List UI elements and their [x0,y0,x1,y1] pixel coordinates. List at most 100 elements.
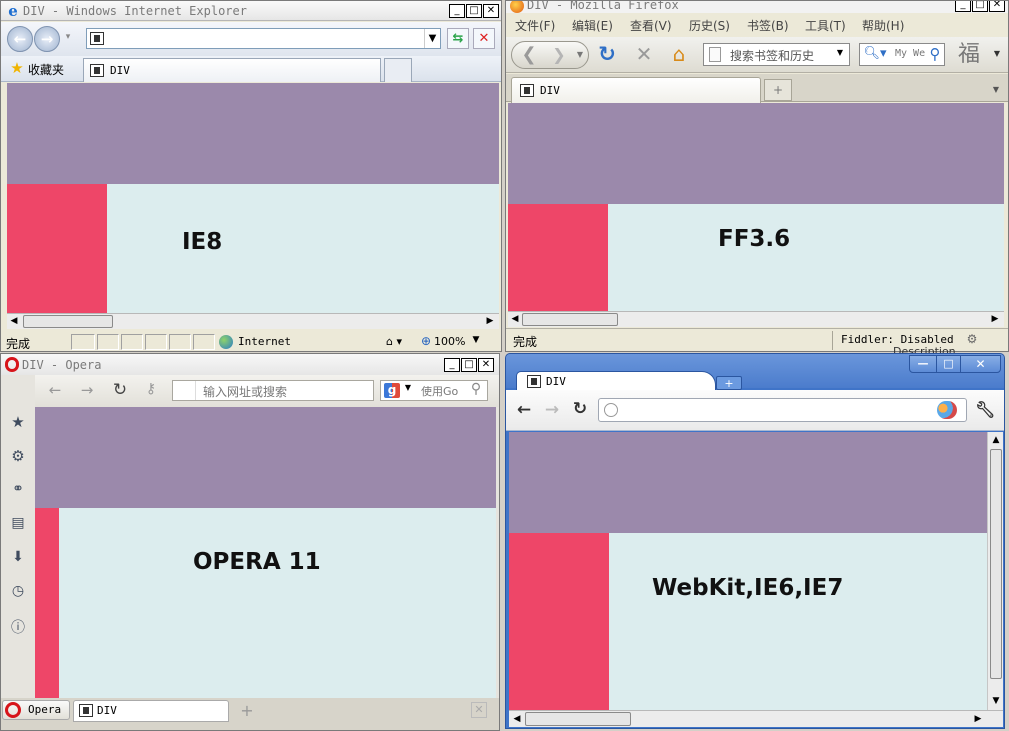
reload-icon[interactable]: ↻ [595,42,619,66]
search-engine-icon[interactable]: 🔍︎▾ [862,46,888,61]
search-icon[interactable]: ⚲ [467,381,485,397]
favorites-label[interactable]: 收藏夹 [28,61,64,78]
settings-panel-icon[interactable]: ⚙ [9,447,27,465]
minimize-button[interactable]: _ [449,4,465,18]
opera-title-bar[interactable]: DIV - Opera _ □ ✕ [1,354,499,375]
stop-icon[interactable]: ✕ [473,28,495,49]
ie8-zoom-label[interactable]: 100% [434,335,465,348]
minimize-button[interactable]: — [910,356,936,372]
scrollbar-thumb[interactable] [23,315,113,328]
reload-icon[interactable]: ↻ [570,400,590,418]
back-button[interactable]: ❮ [516,43,542,67]
maximize-button[interactable]: □ [466,4,482,18]
firefox-menu-bar: 文件(F) 编辑(E) 查看(V) 历史(S) 书签(B) 工具(T) 帮助(H… [506,13,1008,37]
menu-tools[interactable]: 工具(T) [805,17,846,34]
history-dropdown-icon[interactable]: ▼ [574,43,586,67]
menu-history[interactable]: 历史(S) [689,17,730,34]
search-engine-dropdown-icon[interactable]: ▼ [403,383,413,392]
opera-address-field[interactable]: 输入网址或搜索 [172,380,374,401]
google-icon[interactable]: g [384,383,400,398]
new-tab-button[interactable]: + [716,376,742,390]
notes-panel-icon[interactable]: ▤ [9,515,27,531]
toolbar-overflow-icon[interactable]: ▼ [992,49,1002,58]
scroll-right-arrow-icon[interactable]: ▶ [971,712,985,726]
downloads-panel-icon[interactable]: ⬇ [9,549,27,565]
close-button[interactable]: ✕ [483,4,499,18]
history-panel-icon[interactable]: ◷ [9,583,27,599]
new-tab-button[interactable] [384,58,412,82]
forward-button[interactable]: ❯ [548,43,570,67]
addon-status-icon[interactable]: ⚙ [961,332,983,346]
firefox-horizontal-scrollbar[interactable]: ◀ ▶ [508,311,1004,327]
trash-icon[interactable]: ✕ [471,702,487,718]
firefox-location-bar[interactable]: 搜索书签和历史 ▼ [703,43,850,66]
back-button[interactable]: ← [514,401,534,419]
scroll-left-arrow-icon[interactable]: ◀ [7,314,21,328]
extension-icon[interactable] [937,401,957,419]
minimize-button[interactable]: _ [955,1,971,12]
scroll-right-arrow-icon[interactable]: ▶ [483,314,497,328]
minimize-button[interactable]: _ [444,358,460,372]
close-button[interactable]: ✕ [989,1,1005,12]
firefox-search-bar[interactable]: 🔍︎▾ My We ⚲ [859,43,945,66]
unite-panel-icon[interactable]: ⚭ [9,481,27,497]
forward-button[interactable]: → [34,26,60,52]
firefox-tab[interactable]: DIV [511,77,761,103]
ie8-title-bar[interactable]: e DIV - Windows Internet Explorer _ □ ✕ [1,1,501,21]
close-button[interactable]: ✕ [478,358,494,372]
scrollbar-thumb[interactable] [990,449,1002,679]
menu-bookmarks[interactable]: 书签(B) [747,17,789,34]
protected-mode-icon[interactable]: ⌂ ▾ [379,335,409,348]
back-button[interactable]: ← [7,26,33,52]
scroll-down-arrow-icon[interactable]: ▼ [989,694,1003,708]
chrome-horizontal-scrollbar[interactable]: ◀ ▶ [509,710,1003,727]
tab-list-button[interactable]: ▼ [986,79,1006,101]
bookmarks-panel-icon[interactable]: ★ [9,413,27,431]
menu-help[interactable]: 帮助(H) [862,17,904,34]
search-go-icon[interactable]: ⚲ [926,45,944,63]
menu-edit[interactable]: 编辑(E) [572,17,613,34]
chrome-vertical-scrollbar[interactable]: ▲ ▼ [987,432,1003,710]
scroll-up-arrow-icon[interactable]: ▲ [989,433,1003,447]
opera-tab[interactable]: DIV [73,700,229,722]
ie8-address-bar[interactable]: ▼ [86,28,441,49]
fu-addon-icon[interactable]: 福 [956,42,982,68]
scrollbar-thumb[interactable] [522,313,618,326]
chrome-tab[interactable]: DIV [516,371,716,390]
scroll-left-arrow-icon[interactable]: ◀ [510,712,524,726]
ie8-tab[interactable]: DIV [83,58,381,82]
refresh-icon[interactable]: ⇆ [447,28,469,49]
scrollbar-thumb[interactable] [525,712,631,726]
reload-icon[interactable]: ↻ [110,380,130,400]
close-button[interactable]: ✕ [960,356,1000,372]
scroll-left-arrow-icon[interactable]: ◀ [508,312,522,326]
opera-search-field[interactable]: g ▼ 使用Go ⚲ [380,380,488,401]
maximize-button[interactable]: □ [461,358,477,372]
maximize-button[interactable]: □ [972,1,988,12]
new-tab-button[interactable]: + [239,701,255,720]
firefox-title-bar[interactable]: DIV - Mozilla Firefox _ □ ✕ [506,1,1008,13]
info-panel-icon[interactable]: ⓘ [9,617,27,637]
maximize-button[interactable]: □ [936,356,960,372]
wrench-menu-icon[interactable]: 🔧︎ [975,400,995,420]
stop-icon[interactable]: ✕ [632,42,656,66]
address-dropdown-icon[interactable]: ▼ [424,29,440,48]
forward-button[interactable]: → [77,381,97,399]
opera-search-placeholder: 使用Go [421,385,459,398]
recent-pages-chevron-icon[interactable]: ▾ [63,32,73,42]
ie8-horizontal-scrollbar[interactable]: ◀ ▶ [7,313,499,329]
menu-file[interactable]: 文件(F) [515,17,555,34]
back-button[interactable]: ← [45,381,65,399]
chrome-omnibox[interactable] [598,398,967,422]
zoom-dropdown-icon[interactable]: ▼ [471,335,481,345]
opera-menu-button[interactable]: Opera [2,700,70,720]
forward-button[interactable]: → [542,401,562,419]
scroll-right-arrow-icon[interactable]: ▶ [988,312,1002,326]
wand-key-icon[interactable]: ⚷ [140,381,162,397]
favorites-star-icon[interactable]: ★ [9,60,25,76]
location-dropdown-icon[interactable]: ▼ [834,48,846,57]
home-icon[interactable]: ⌂ [667,42,691,66]
new-tab-button[interactable]: + [764,79,792,101]
menu-view[interactable]: 查看(V) [630,17,672,34]
zoom-icon[interactable]: ⊕ [419,334,433,348]
